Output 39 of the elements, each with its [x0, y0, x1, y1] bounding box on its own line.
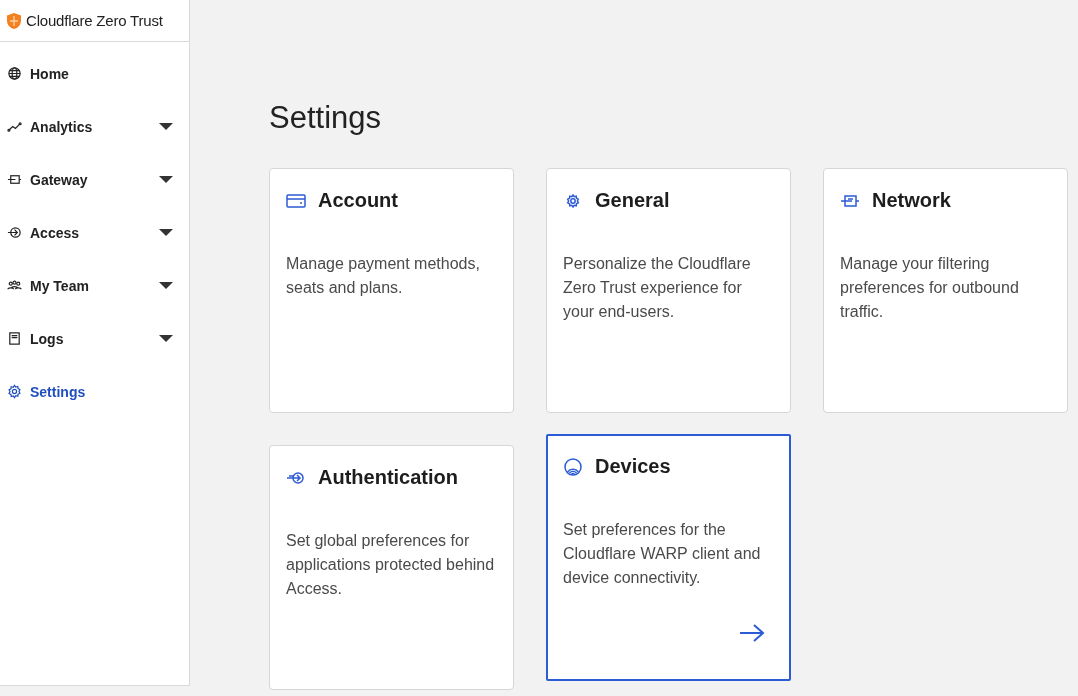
caret-icon: [159, 176, 173, 183]
line-chart-icon: [7, 119, 22, 134]
card-title: Account: [318, 189, 398, 212]
sidebar-item[interactable]: Logs: [0, 312, 189, 365]
card-description: Manage your filtering preferences for outbound traffic.: [840, 254, 1020, 322]
caret-icon: [159, 282, 173, 289]
sidebar-item[interactable]: Settings: [0, 365, 189, 418]
sign-in-icon: [7, 225, 22, 240]
settings-card[interactable]: General Personalize the Cloudflare Zero Trust experience for your end-users.: [546, 168, 791, 413]
settings-card[interactable]: Devices Set preferences for the Cloudflare WARP client and device connectivity.: [546, 434, 791, 681]
sidebar-item[interactable]: My Team: [0, 259, 189, 312]
credit-card-icon: [286, 191, 306, 210]
gear-icon: [7, 384, 22, 399]
card-title: Authentication: [318, 466, 458, 489]
brand-name: Cloudflare Zero Trust: [26, 12, 163, 29]
document-icon: [7, 331, 22, 346]
caret-icon: [159, 335, 173, 342]
settings-card[interactable]: Authentication Set global preferences for applications protected behind Access.: [269, 445, 514, 690]
card-description: Personalize the Cloudflare Zero Trust experience for your end-users.: [563, 254, 752, 322]
sidebar-item[interactable]: Home: [0, 47, 189, 100]
card-description: Set preferences for the Cloudflare WARP client and device connectivity.: [563, 520, 762, 588]
network-icon: [7, 172, 22, 187]
arrow-right-icon: [739, 623, 765, 643]
signal-icon: [563, 457, 583, 476]
sidebar-item[interactable]: Gateway: [0, 153, 189, 206]
caret-icon: [159, 123, 173, 130]
page-title: Settings: [269, 100, 382, 136]
settings-card[interactable]: Account Manage payment methods, seats and plans.: [269, 168, 514, 413]
sidebar-item[interactable]: Access: [0, 206, 189, 259]
card-title: General: [595, 189, 670, 212]
card-description: Set global preferences for applications protected behind Access.: [286, 531, 496, 599]
card-title: Network: [872, 189, 951, 212]
sidebar-item[interactable]: Analytics: [0, 100, 189, 153]
caret-icon: [159, 229, 173, 236]
settings-card[interactable]: Network Manage your filtering preferences for outbound traffic.: [823, 168, 1068, 413]
card-description: Manage payment methods, seats and plans.: [286, 254, 481, 298]
shield-logo-icon: [6, 11, 22, 30]
globe-icon: [7, 66, 22, 81]
card-title: Devices: [595, 455, 671, 478]
